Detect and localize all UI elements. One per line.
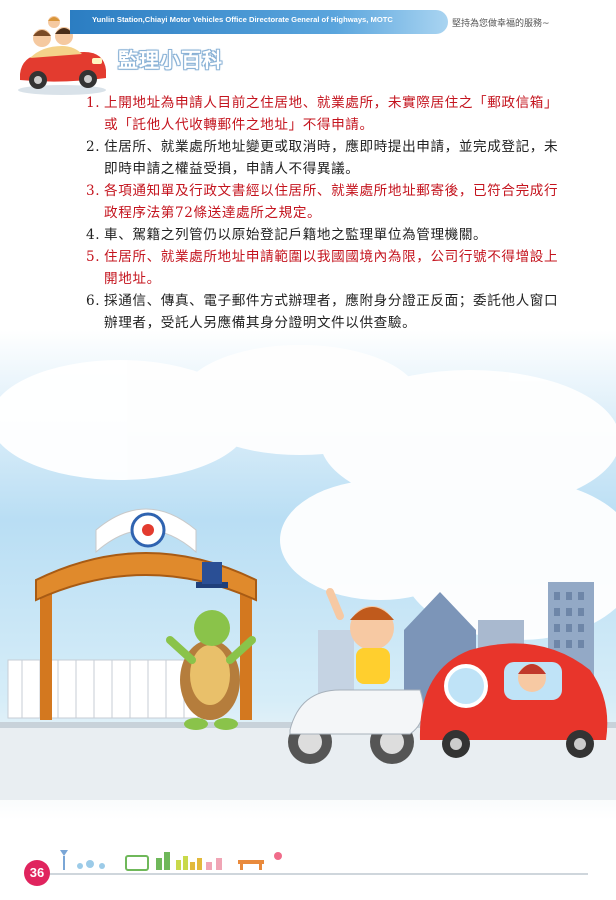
header-slogan: 堅持為您做幸福的服務~ [452, 19, 550, 29]
notes-list: 1. 上開地址為申請人目前之住居地、就業處所，未實際居住之「郵政信箱」或「託他人代… [86, 92, 566, 334]
clouds [0, 345, 616, 640]
note-item: 3. 各項通知單及行政文書經以住居所、就業處所地址郵寄後，已符合完成行政程序法第7… [86, 180, 566, 224]
note-number: 2. [86, 139, 101, 155]
note-number: 3. [86, 183, 101, 199]
note-text: 採通信、傳真、電子郵件方式辦理者，應附身分證正反面；委託他人窗口辦理者，受託人另… [104, 293, 559, 331]
page-header: Yunlin Station,Chiayi Motor Vehicles Off… [0, 0, 616, 95]
footer-divider [28, 873, 588, 875]
note-item: 6. 採通信、傳真、電子郵件方式辦理者，應附身分證正反面；委託他人窗口辦理者，受託… [86, 290, 566, 334]
note-text: 車、駕籍之列管仍以原始登記戶籍地之監理單位為管理機關。 [104, 227, 488, 243]
section-title: 監理小百科 [118, 48, 223, 72]
header-banner-text: Yunlin Station,Chiayi Motor Vehicles Off… [92, 15, 393, 24]
note-text: 上開地址為申請人目前之住居地、就業處所，未實際居住之「郵政信箱」或「託他人代收轉… [104, 95, 559, 133]
note-number: 5. [86, 249, 101, 265]
note-item: 4. 車、駕籍之列管仍以原始登記戶籍地之監理單位為管理機關。 [86, 224, 566, 246]
note-item: 2. 住居所、就業處所地址變更或取消時，應即時提出申請，並完成登記，未即時申請之權… [86, 136, 566, 180]
note-number: 1. [86, 95, 101, 111]
note-item: 1. 上開地址為申請人目前之住居地、就業處所，未實際居住之「郵政信箱」或「託他人代… [86, 92, 566, 136]
page-number-badge: 36 [24, 860, 50, 886]
note-text: 住居所、就業處所地址申請範圍以我國國境內為限，公司行號不得增設上開地址。 [104, 249, 559, 287]
note-number: 4. [86, 227, 101, 243]
city-street-illustration [0, 345, 616, 800]
note-item: 5. 住居所、就業處所地址申請範圍以我國國境內為限，公司行號不得增設上開地址。 [86, 246, 566, 290]
note-text: 住居所、就業處所地址變更或取消時，應即時提出申請，並完成登記，未即時申請之權益受… [104, 139, 559, 177]
white-fence [7, 659, 199, 719]
note-number: 6. [86, 293, 101, 309]
footer-decoration-icons [60, 850, 282, 871]
note-text: 各項通知單及行政文書經以住居所、就業處所地址郵寄後，已符合完成行政程序法第72條… [104, 183, 559, 221]
